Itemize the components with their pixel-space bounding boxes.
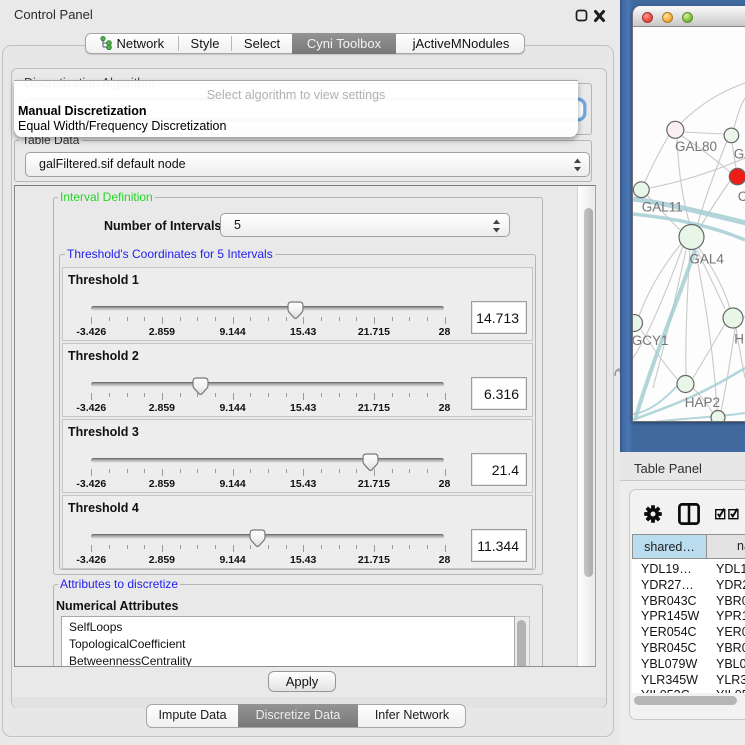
svg-text:GCY1: GCY1 xyxy=(633,333,668,348)
svg-text:C: C xyxy=(738,189,745,204)
svg-text:HAP2: HAP2 xyxy=(685,395,720,410)
svg-text:H: H xyxy=(734,332,744,347)
svg-text:GAL80: GAL80 xyxy=(675,139,717,154)
svg-text:GAL4: GAL4 xyxy=(689,252,724,267)
svg-text:GA: GA xyxy=(734,147,745,162)
svg-text:GAL11: GAL11 xyxy=(642,200,683,215)
